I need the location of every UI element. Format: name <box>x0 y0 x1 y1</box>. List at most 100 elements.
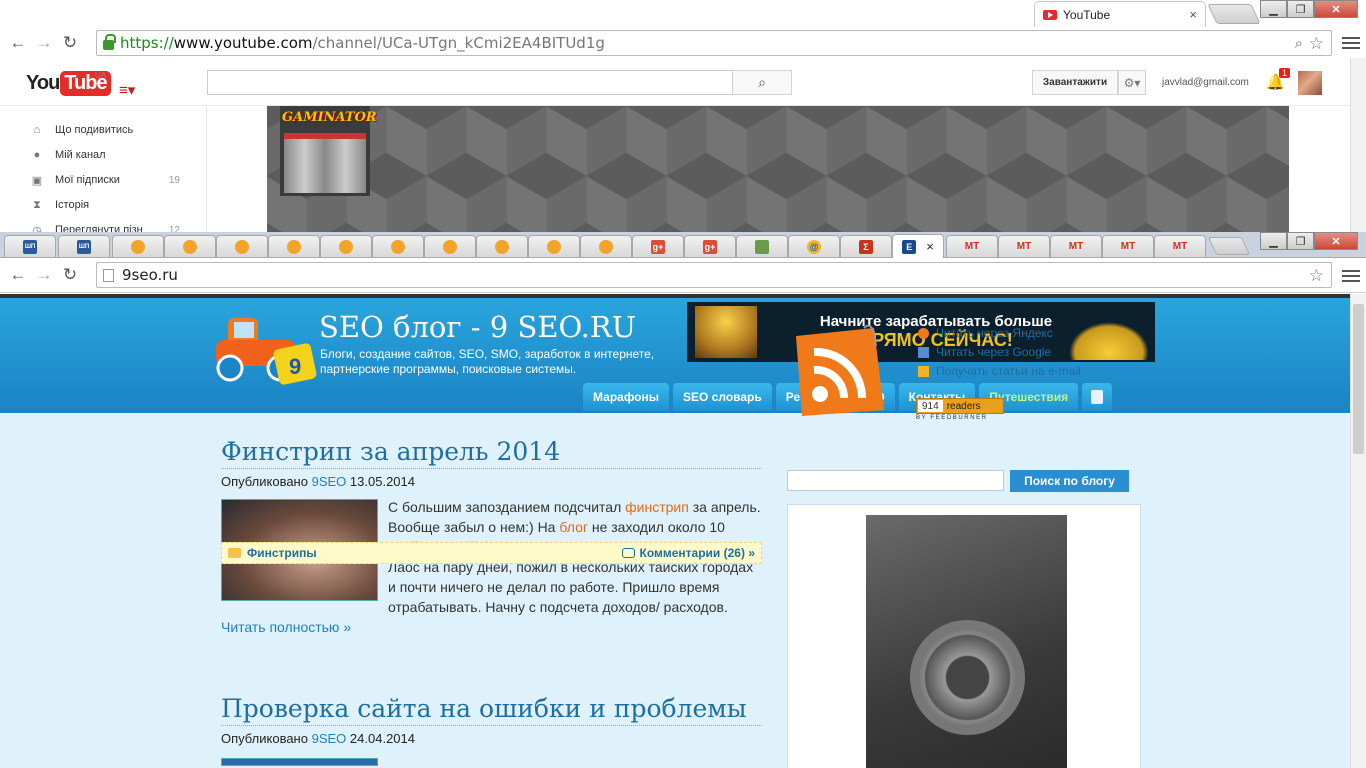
blog-link[interactable]: блог <box>559 519 588 535</box>
blog-search-input[interactable] <box>787 470 1004 491</box>
tab-active[interactable]: E × <box>892 234 944 258</box>
gear-icon[interactable]: ⚙▾ <box>1118 70 1146 95</box>
yandex-subscribe-link[interactable]: Читать через Яндекс <box>918 324 1081 343</box>
new-tab-button[interactable] <box>1207 4 1261 24</box>
tab[interactable]: ШП <box>58 235 110 257</box>
maximize-icon[interactable]: ❐ <box>1287 232 1314 250</box>
tab[interactable]: Σ <box>840 235 892 257</box>
tab[interactable] <box>112 235 164 257</box>
tab-youtube[interactable]: YouTube × <box>1034 1 1206 27</box>
youtube-header: You Tube UA ≡▾ ⌕ Завантажити ⚙▾ javvlad@g… <box>0 58 1350 106</box>
google-subscribe-link[interactable]: Читать через Google <box>918 343 1081 362</box>
sidebar-item-my-channel[interactable]: ● Мій канал <box>30 149 180 161</box>
rss-feed-icon[interactable] <box>792 324 888 420</box>
post-meta: Опубликовано 9SEO 13.05.2014 <box>221 474 762 489</box>
maximize-icon[interactable]: ❐ <box>1287 0 1314 18</box>
tab[interactable]: g+ <box>684 235 736 257</box>
url-scheme: https:// <box>120 34 174 52</box>
address-bar[interactable]: https://www.youtube.com/channel/UCa-UTgn… <box>96 30 1332 56</box>
reload-icon[interactable]: ↻ <box>57 33 83 53</box>
site-description: Блоги, создание сайтов, SEO, SMO, зарабо… <box>320 347 655 376</box>
tab-close-icon[interactable]: × <box>1189 7 1197 22</box>
tab[interactable]: MT <box>946 235 998 257</box>
youtube-search-input[interactable] <box>207 70 733 95</box>
back-icon[interactable]: ← <box>5 33 31 53</box>
new-tab-button[interactable] <box>1207 237 1251 255</box>
author-link[interactable]: 9SEO <box>312 731 347 746</box>
feedburner-counter[interactable]: 914 readers BY FEEDBURNER <box>916 398 1004 426</box>
category-link[interactable]: Финстрипы <box>247 546 317 560</box>
tab[interactable] <box>216 235 268 257</box>
tab[interactable] <box>268 235 320 257</box>
minimize-icon[interactable]: ▁ <box>1260 0 1287 18</box>
tab[interactable]: ШП <box>4 235 56 257</box>
forward-icon[interactable]: → <box>31 33 57 53</box>
guide-menu-icon[interactable]: ≡▾ <box>119 81 135 99</box>
chrome-menu-icon[interactable] <box>1342 270 1360 282</box>
nav-seo-dictionary[interactable]: SEO словарь <box>673 383 772 411</box>
finstrip-link[interactable]: финстрип <box>625 499 689 515</box>
zoom-icon[interactable]: ⌕ <box>1295 34 1303 52</box>
tab[interactable]: MT <box>1154 235 1206 257</box>
read-more-link[interactable]: Читать полностью » <box>221 619 351 635</box>
back-icon[interactable]: ← <box>5 265 31 285</box>
site-title[interactable]: SEO блог - 9 SEO.RU <box>319 310 636 344</box>
channel-logo[interactable]: GAMINATOR <box>280 106 377 196</box>
scrollbar[interactable] <box>1350 58 1366 232</box>
tab[interactable]: @ <box>788 235 840 257</box>
nav-feed-icon[interactable] <box>1082 383 1113 411</box>
sidebar-item-subscriptions[interactable]: ▣ Мої підписки 19 <box>30 174 180 187</box>
tab[interactable] <box>164 235 216 257</box>
channel-logo-text: GAMINATOR <box>282 110 377 125</box>
tab[interactable]: g+ <box>632 235 684 257</box>
mail-icon <box>918 366 929 377</box>
minimize-icon[interactable]: ▁ <box>1260 232 1287 250</box>
mt-icon: MT <box>1172 241 1188 252</box>
author-link[interactable]: 9SEO <box>312 474 347 489</box>
post-thumbnail[interactable] <box>221 758 378 766</box>
link-label: Читать через Яндекс <box>936 326 1053 340</box>
toy-car-logo-icon[interactable]: 9 <box>210 304 320 392</box>
tab-close-icon[interactable]: × <box>926 239 934 254</box>
tab[interactable] <box>580 235 632 257</box>
tab[interactable] <box>372 235 424 257</box>
blog-search-button[interactable]: Поиск по блогу <box>1010 470 1129 492</box>
avatar[interactable] <box>1298 71 1322 95</box>
upload-button[interactable]: Завантажити <box>1032 70 1118 95</box>
coins-icon <box>1069 322 1149 360</box>
sidebar-item-what-to-watch[interactable]: ⌂ Що подивитись <box>30 124 180 136</box>
close-window-icon[interactable]: ✕ <box>1314 232 1358 250</box>
email-subscribe-link[interactable]: Получать статьи на e-mail <box>918 362 1081 381</box>
link-label: Читать через Google <box>936 345 1052 359</box>
chrome-menu-icon[interactable] <box>1342 37 1360 49</box>
account-email[interactable]: javvlad@gmail.com <box>1162 77 1249 88</box>
tab[interactable]: MT <box>1050 235 1102 257</box>
post-title[interactable]: Проверка сайта на ошибки и проблемы <box>221 694 762 726</box>
darts-ad-image[interactable] <box>866 515 1067 768</box>
address-bar[interactable]: 9seo.ru ☆ <box>96 262 1332 288</box>
reload-icon[interactable]: ↻ <box>57 265 83 285</box>
sidebar-item-watch-later[interactable]: ◷ Переглянути пізн 12 <box>30 224 180 232</box>
scrollbar[interactable] <box>1350 294 1366 768</box>
bookmark-star-icon[interactable]: ☆ <box>1309 266 1324 286</box>
tab[interactable]: MT <box>1102 235 1154 257</box>
tab[interactable] <box>320 235 372 257</box>
sidebar-item-label: Мої підписки <box>55 174 120 186</box>
bookmark-star-icon[interactable]: ☆ <box>1309 34 1324 54</box>
comments-link[interactable]: Комментарии (26) » <box>640 546 756 560</box>
tab[interactable]: MT <box>998 235 1050 257</box>
forward-icon[interactable]: → <box>31 265 57 285</box>
tab[interactable] <box>476 235 528 257</box>
tab[interactable] <box>528 235 580 257</box>
tab[interactable] <box>424 235 476 257</box>
close-window-icon[interactable]: ✕ <box>1314 0 1358 18</box>
nav-marathons[interactable]: Марафоны <box>583 383 669 411</box>
post-excerpt: С большим запозданием подсчитал финстрип… <box>221 497 762 637</box>
search-icon[interactable]: ⌕ <box>732 70 792 95</box>
post-title[interactable]: Финстрип за апрель 2014 <box>221 437 762 469</box>
sidebar-item-history[interactable]: ⧗ Історія <box>30 199 180 211</box>
google-plus-icon: g+ <box>651 239 665 254</box>
region-label: UA <box>95 71 107 80</box>
tab[interactable] <box>736 235 788 257</box>
browser-window-youtube: YouTube × ▁ ❐ ✕ ← → ↻ https://www.youtub… <box>0 0 1366 232</box>
